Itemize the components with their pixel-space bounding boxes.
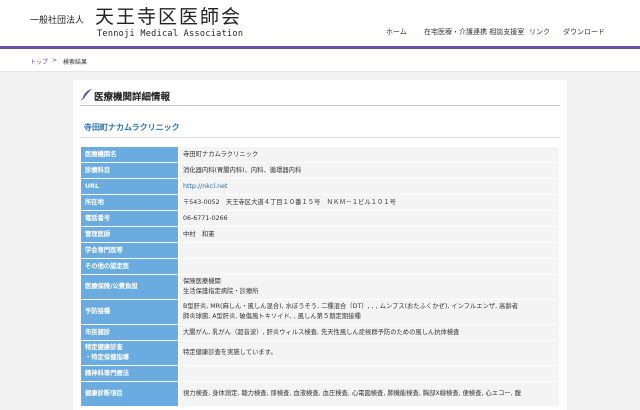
- row-label: その他の認定医: [80, 258, 179, 275]
- site-logo-subtitle: Tennoji Medical Association: [97, 29, 244, 39]
- row-value-text: 06-6771-0266: [183, 214, 228, 222]
- table-row: 市民健診 大腸がん, 乳がん（超音波）, 肝炎ウィルス検査, 先天性風しん症候群予…: [80, 324, 560, 341]
- row-value: 寺田町ナカムラクリニック: [178, 146, 560, 163]
- table-row: その他の認定医: [80, 258, 560, 275]
- title-divider: [80, 105, 560, 106]
- row-label: 管理医師: [80, 226, 179, 243]
- row-label-text: 電話番号: [85, 214, 111, 222]
- row-label: 電話番号: [80, 210, 179, 227]
- nav-home-care-support[interactable]: 在宅医療・介護連携 相談支援室: [424, 27, 524, 37]
- row-label: 学会専門医等: [80, 242, 179, 259]
- row-value-text: B型肝炎, MR(麻しん・風しん混合), 水ぼうそう, 二種混合（DT）, , …: [183, 303, 519, 310]
- quill-pen-icon: [81, 88, 93, 101]
- row-label: 医療保険/公費負担: [80, 274, 179, 300]
- clinic-divider: [80, 137, 560, 138]
- table-row: 電話番号 06-6771-0266: [80, 210, 560, 227]
- site-logo-title[interactable]: 天王寺区医師会: [95, 6, 242, 28]
- row-value-text: 視力検査, 身体測定, 聴力検査, 尿検査, 血液検査, 血圧検査, 心電図検査…: [183, 390, 522, 397]
- row-label-text: 学会専門医等: [85, 246, 123, 254]
- row-label-text: URL: [85, 182, 99, 190]
- row-value: 保険医療機関生活保護指定病院・診療所: [178, 274, 560, 300]
- clinic-name-heading: 寺田町ナカムラクリニック: [84, 123, 180, 132]
- row-label-text: 所在地: [85, 198, 104, 206]
- table-row: 医療保険/公費負担 保険医療機関生活保護指定病院・診療所: [80, 274, 560, 300]
- table-row: 精神科専門療法: [80, 365, 560, 382]
- row-value: 特定健康診査を実施しています。: [178, 340, 560, 366]
- breadcrumb-home[interactable]: トップ: [30, 57, 48, 66]
- table-row: 所在地 〒543-0052 天王寺区大道４丁目１０番１５号 ＮＫＭ－１ビル１０１号: [80, 194, 560, 211]
- table-row: 予防接種 B型肝炎, MR(麻しん・風しん混合), 水ぼうそう, 二種混合（DT）…: [80, 299, 560, 325]
- row-value-text: 大腸がん, 乳がん（超音波）, 肝炎ウィルス検査, 先天性風しん症候群予防のため…: [183, 328, 460, 336]
- nav-download[interactable]: ダウンロード: [563, 27, 605, 37]
- row-value: [178, 365, 560, 382]
- row-value-text: 肺炎球菌, A型肝炎, 破傷風トキソイド, , 風しん第５期定期接種: [183, 313, 361, 320]
- row-value: http://nkcl.net: [178, 178, 560, 195]
- row-label: 医療機関名: [80, 146, 179, 163]
- page-title: 医療機関詳細情報: [94, 92, 171, 103]
- row-label-text: 医療保険/公費負担: [85, 283, 138, 290]
- site-header: 一般社団法人 天王寺区医師会 Tennoji Medical Associati…: [0, 0, 640, 46]
- row-value: 大腸がん, 乳がん（超音波）, 肝炎ウィルス検査, 先天性風しん症候群予防のため…: [178, 324, 560, 341]
- row-label: 所在地: [80, 194, 179, 211]
- row-label-text: 精神科専門療法: [85, 369, 130, 377]
- row-label: URL: [80, 178, 179, 195]
- row-label-text: 医療機関名: [85, 150, 117, 158]
- row-label: 市民健診: [80, 324, 179, 341]
- breadcrumb-separator: >: [52, 57, 58, 64]
- nav-home[interactable]: ホーム: [386, 27, 407, 37]
- org-type-label: 一般社団法人: [30, 16, 85, 26]
- table-row: URL http://nkcl.net: [80, 178, 560, 195]
- row-value-text: 生活保護指定病院・診療所: [183, 288, 259, 295]
- row-label-text: その他の認定医: [85, 262, 130, 270]
- row-label-text: 管理医師: [85, 230, 111, 238]
- row-label-text: 予防接種: [85, 308, 111, 315]
- row-value: 消化器内科(胃腸内科)、内科、循環器内科: [178, 162, 560, 179]
- row-label: 診療科目: [80, 162, 179, 179]
- row-value-text: 〒543-0052 天王寺区大道４丁目１０番１５号 ＮＫＭ－１ビル１０１号: [183, 198, 396, 206]
- row-value: 中村 和憲: [178, 226, 560, 243]
- table-row: 特定健康診査 ・特定保健指導 特定健康診査を実施しています。: [80, 340, 560, 366]
- row-value-text: 寺田町ナカムラクリニック: [183, 150, 259, 158]
- row-value: [178, 242, 560, 259]
- row-label-text: 診療科目: [85, 166, 111, 174]
- table-row: 健康診断項目 視力検査, 身体測定, 聴力検査, 尿検査, 血液検査, 血圧検査,…: [80, 381, 560, 407]
- website-link[interactable]: http://nkcl.net: [183, 182, 555, 192]
- table-row: 医療機関名 寺田町ナカムラクリニック: [80, 146, 560, 163]
- row-label-text: 特定健康診査: [85, 344, 123, 351]
- row-label-text: 市民健診: [85, 328, 111, 336]
- row-label: 特定健康診査 ・特定保健指導: [80, 340, 179, 366]
- row-label-text: ・特定保健指導: [85, 354, 130, 361]
- row-label-text: 健康診断項目: [85, 390, 123, 397]
- row-value: B型肝炎, MR(麻しん・風しん混合), 水ぼうそう, 二種混合（DT）, , …: [178, 299, 560, 325]
- row-value-text: 消化器内科(胃腸内科)、内科、循環器内科: [183, 166, 302, 174]
- clinic-detail-table: 医療機関名 寺田町ナカムラクリニック診療科目 消化器内科(胃腸内科)、内科、循環器内…: [80, 146, 560, 407]
- nav-links[interactable]: リンク: [529, 27, 550, 37]
- table-row: 管理医師 中村 和憲: [80, 226, 560, 243]
- row-value-text: 保険医療機関: [183, 278, 221, 285]
- breadcrumb-current: 検索結果: [63, 59, 88, 66]
- row-label: 健康診断項目: [80, 381, 179, 407]
- row-value: [178, 258, 560, 275]
- row-label: 予防接種: [80, 299, 179, 325]
- row-value-text: 特定健康診査を実施しています。: [183, 349, 277, 356]
- table-row: 学会専門医等: [80, 242, 560, 259]
- table-row: 診療科目 消化器内科(胃腸内科)、内科、循環器内科: [80, 162, 560, 179]
- row-value-text: 中村 和憲: [183, 230, 215, 238]
- row-value: 06-6771-0266: [178, 210, 560, 227]
- row-label: 精神科専門療法: [80, 365, 179, 382]
- row-value: 〒543-0052 天王寺区大道４丁目１０番１５号 ＮＫＭ－１ビル１０１号: [178, 194, 560, 211]
- row-value: 視力検査, 身体測定, 聴力検査, 尿検査, 血液検査, 血圧検査, 心電図検査…: [178, 381, 560, 407]
- breadcrumb: トップ > 検索結果: [0, 49, 640, 72]
